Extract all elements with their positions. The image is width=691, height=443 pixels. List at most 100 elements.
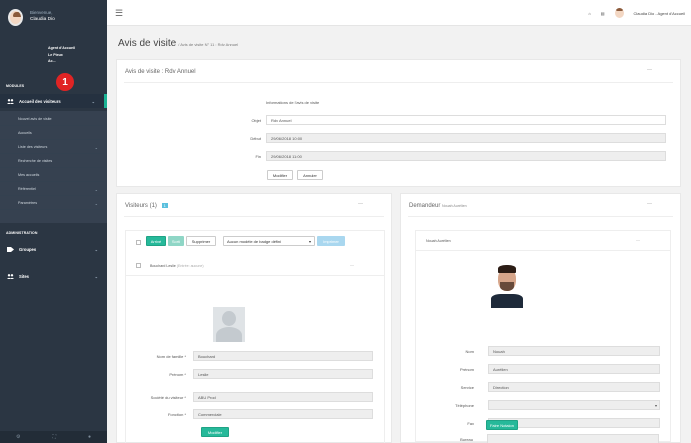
visitor-name-text: Bouchard Leslie	[150, 264, 176, 268]
object-input[interactable]: Rdv Annuel	[266, 115, 666, 125]
requester-field-phone: Téléphone ▾	[424, 400, 660, 410]
chevron-down-icon: ⌄	[94, 200, 98, 206]
sidebar: Bienvenue, Claudia Dio Agent d'Accueil L…	[0, 0, 107, 443]
field-label: Nom	[465, 348, 474, 354]
requester-title: Demandeur Nouah Aurélien	[409, 203, 467, 209]
nav-groups[interactable]: Groupes ⌄	[0, 242, 107, 256]
collapse-icon[interactable]: —	[636, 237, 640, 242]
nav-sites-label: Sites	[19, 273, 30, 279]
visit-field-start: Début 29/06/2018 10:00	[235, 133, 666, 143]
page-title: Avis de visite / Avis de visite N° 11 : R…	[118, 38, 238, 49]
topbar-avatar[interactable]	[614, 8, 624, 18]
visitors-count-badge: 1	[161, 203, 168, 208]
badge-select-value: Aucun modèle de badge défini	[227, 238, 282, 244]
function-input[interactable]: Commerciale	[193, 409, 373, 419]
visitor-checkbox[interactable]	[136, 263, 141, 268]
requester-name-input[interactable]: Nouah	[488, 346, 660, 356]
sidebar-item-label: Nouvel avis de visite	[18, 117, 52, 121]
field-label: Début	[250, 135, 261, 141]
visitors-list: Arrivé Sorti Supprimer Aucun modèle de b…	[125, 230, 385, 443]
requester-subtitle: Nouah Aurélien	[442, 204, 467, 208]
annotation-badge: 1	[56, 73, 74, 91]
requester-portlet: Demandeur Nouah Aurélien — Nouah Aurélie…	[400, 193, 681, 443]
collapse-icon[interactable]: —	[647, 201, 652, 207]
company-input[interactable]: ABU Prod	[193, 392, 373, 402]
field-label: Société du visiteur *	[150, 394, 186, 400]
select-all-checkbox[interactable]	[136, 240, 141, 245]
edit-visit-button[interactable]: Modifier	[267, 170, 293, 180]
user-avatar[interactable]	[8, 9, 23, 26]
role-item[interactable]: Ac...	[48, 58, 75, 65]
collapse-icon[interactable]: —	[647, 67, 652, 73]
visitor-field-company: Société du visiteur * ABU Prod	[134, 392, 373, 402]
requester-service-input[interactable]: Direction	[488, 382, 660, 392]
visit-actions: Modifier Annuler	[267, 170, 323, 180]
visitors-title-text: Visiteurs (1)	[125, 203, 157, 209]
requester-card-header: Nouah Aurélien —	[416, 231, 670, 251]
sidebar-item-search[interactable]: Recherche de visites	[0, 155, 104, 168]
visitor-field-lastname: Nom de famille * Bouchard	[134, 351, 373, 361]
grid-icon[interactable]: ▤	[601, 11, 605, 16]
start-input[interactable]: 29/06/2018 10:00	[266, 133, 666, 143]
print-badge-button[interactable]: Imprimer	[317, 236, 345, 246]
requester-card-title: Nouah Aurélien	[426, 239, 451, 243]
home-icon[interactable]: ⌂	[588, 11, 590, 16]
visitor-field-function: Fonction * Commerciale	[134, 409, 373, 419]
topbar-user-label[interactable]: Claudia Dio - Agent d'Accueil	[634, 11, 685, 16]
settings-icon[interactable]: ⚙	[16, 434, 20, 440]
end-input[interactable]: 29/06/2018 11:00	[266, 151, 666, 161]
fullscreen-icon[interactable]: ⛶	[52, 434, 56, 440]
users-icon	[7, 98, 14, 104]
user-roles: Agent d'Accueil Le Pieux Ac...	[48, 45, 75, 65]
nav-sites[interactable]: Sites ⌄	[0, 269, 107, 283]
sidebar-item-accueils[interactable]: Accueils	[0, 127, 104, 140]
sidebar-item-visitor-list[interactable]: Liste des visiteurs ⌄	[0, 141, 104, 154]
sidebar-item-new-visit[interactable]: Nouvel avis de visite	[0, 113, 104, 126]
sidebar-item-label: Liste des visiteurs	[18, 145, 48, 149]
notify-button[interactable]: Faire Notaion	[486, 420, 518, 430]
menu-toggle-icon[interactable]: ☰	[115, 8, 123, 19]
visitor-row[interactable]: Bouchard Leslie (Entrée: aucune) —	[126, 256, 384, 276]
sidebar-item-referential[interactable]: Référentiel ⌄	[0, 183, 104, 196]
requester-firstname-input[interactable]: Aurélien	[488, 364, 660, 374]
field-label: Service	[460, 384, 474, 390]
visit-field-object: Objet Rdv Annuel	[235, 115, 666, 125]
chevron-down-icon: ▾	[308, 238, 311, 244]
user-name: Claudia Dio	[30, 17, 55, 22]
section-admin: ADMINISTRATION	[6, 231, 38, 235]
arrive-button[interactable]: Arrivé	[146, 236, 166, 246]
nav-visitors-label: Accueil des visiteurs	[19, 98, 61, 104]
delete-button[interactable]: Supprimer	[186, 236, 216, 246]
nav-visitors[interactable]: Accueil des visiteurs ⌄	[0, 94, 107, 108]
sidebar-item-settings[interactable]: Paramètres ⌄	[0, 197, 104, 210]
divider	[124, 216, 384, 217]
badge-template-select[interactable]: Aucun modèle de badge défini ▾	[223, 236, 315, 246]
sidebar-item-label: Accueils	[18, 131, 32, 135]
role-item[interactable]: Agent d'Accueil	[48, 45, 75, 52]
sidebar-profile: Bienvenue, Claudia Dio Agent d'Accueil L…	[0, 0, 107, 68]
visit-info-heading: Informations de l'avis de visite	[266, 100, 320, 105]
field-label: Fin	[255, 153, 261, 159]
requester-phone-input[interactable]: ▾	[488, 400, 660, 410]
sidebar-item-my-accueils[interactable]: Mes accueils	[0, 169, 104, 182]
collapse-icon[interactable]: —	[350, 262, 354, 267]
users-icon	[7, 273, 14, 279]
chevron-down-icon: ⌄	[94, 246, 98, 252]
lock-icon[interactable]: ●	[88, 434, 91, 440]
lastname-input[interactable]: Bouchard	[193, 351, 373, 361]
welcome-text: Bienvenue,	[30, 10, 53, 15]
firstname-input[interactable]: Leslie	[193, 369, 373, 379]
field-label: Bureau	[460, 436, 473, 442]
requester-office-input[interactable]	[487, 434, 659, 443]
collapse-icon[interactable]: —	[358, 201, 363, 207]
requester-field-service: Service Direction	[424, 382, 660, 392]
sidebar-item-label: Mes accueils	[18, 173, 40, 177]
edit-visitor-button[interactable]: Modifier	[201, 427, 229, 437]
leave-button[interactable]: Sorti	[168, 236, 184, 246]
cancel-visit-button[interactable]: Annuler	[297, 170, 323, 180]
field-label: Téléphone	[455, 402, 474, 408]
visitor-name: Bouchard Leslie (Entrée: aucune)	[150, 264, 204, 268]
chevron-down-icon: ▾	[654, 402, 657, 408]
divider	[124, 82, 673, 83]
nav-groups-label: Groupes	[19, 246, 37, 252]
